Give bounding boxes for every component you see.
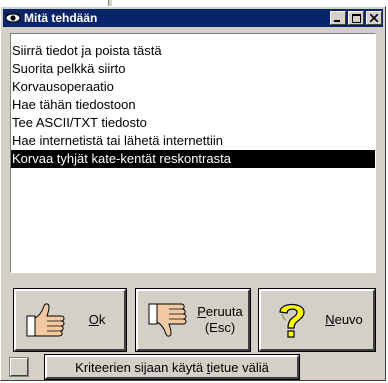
list-item[interactable]: Korvausoperaatio bbox=[11, 78, 375, 96]
criteria-label: Kriteerien sijaan käytä tietue väliä bbox=[75, 359, 269, 375]
action-listbox[interactable]: Siirrä tiedot ja poista tästä Suorita pe… bbox=[10, 33, 376, 273]
ok-label: Ok bbox=[88, 312, 106, 327]
minimize-icon bbox=[334, 20, 340, 22]
list-item[interactable]: Hae internetistä tai lähetä internettiin bbox=[11, 132, 375, 150]
list-item[interactable]: Siirrä tiedot ja poista tästä bbox=[11, 42, 375, 60]
minimize-button[interactable] bbox=[330, 11, 346, 25]
list-item[interactable]: Hae tähän tiedostoon bbox=[11, 96, 375, 114]
list-item-selected[interactable]: Korvaa tyhjät kate-kentät reskontrasta bbox=[11, 150, 375, 168]
thumbs-down-icon bbox=[146, 297, 192, 343]
help-button[interactable]: Neuvo bbox=[258, 288, 376, 352]
window-title: Mitä tehdään bbox=[24, 11, 98, 25]
close-icon bbox=[370, 14, 378, 22]
question-mark-icon bbox=[269, 297, 315, 343]
cancel-button[interactable]: Peruuta (Esc) bbox=[135, 288, 251, 352]
list-item[interactable]: Tee ASCII/TXT tiedosto bbox=[11, 114, 375, 132]
eye-icon bbox=[5, 10, 21, 26]
criteria-button[interactable]: Kriteerien sijaan käytä tietue väliä bbox=[44, 354, 300, 380]
thumbs-up-icon bbox=[24, 297, 70, 343]
criteria-checkbox[interactable] bbox=[9, 357, 29, 377]
ok-button[interactable]: Ok bbox=[13, 288, 127, 352]
dialog-window: Mitä tehdään Siirrä tiedot ja poista täs… bbox=[0, 6, 386, 381]
maximize-icon bbox=[351, 13, 361, 23]
help-label: Neuvo bbox=[325, 312, 363, 327]
close-button[interactable] bbox=[366, 11, 382, 25]
list-item[interactable]: Suorita pelkkä siirto bbox=[11, 60, 375, 78]
title-bar[interactable]: Mitä tehdään bbox=[3, 9, 383, 27]
maximize-button[interactable] bbox=[348, 11, 364, 25]
cancel-label: Peruuta (Esc) bbox=[197, 304, 243, 335]
